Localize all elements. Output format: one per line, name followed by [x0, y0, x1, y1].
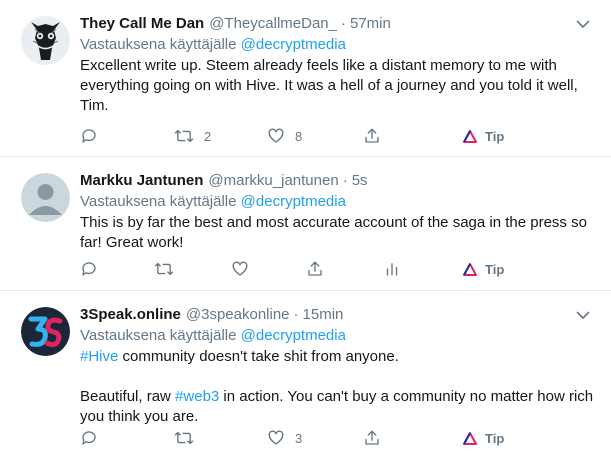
like-button[interactable]: [231, 258, 249, 280]
tweet-text-fragment: Beautiful, raw: [80, 388, 176, 405]
reply-mention-link[interactable]: @decryptmedia: [241, 36, 346, 53]
analytics-icon: [386, 263, 398, 276]
tip-label: Tip: [485, 128, 505, 144]
retweet-button[interactable]: [174, 427, 194, 449]
separator-dot: ·: [340, 15, 346, 32]
tip-triangle-icon: [463, 262, 477, 276]
hashtag-link[interactable]: #web3: [175, 388, 219, 405]
tweet-3[interactable]: 3Speak.online @3speakonline · 15min Vast…: [0, 291, 611, 456]
timestamp[interactable]: 57min: [350, 14, 391, 34]
share-button[interactable]: [363, 125, 381, 147]
tweet-1[interactable]: They Call Me Dan @TheycallmeDan_ · 57min…: [0, 0, 611, 157]
user-handle[interactable]: @markku_jantunen: [208, 171, 338, 191]
tweet-text: This is by far the best and most accurat…: [80, 214, 587, 251]
tweet-header: They Call Me Dan @TheycallmeDan_ · 57min: [80, 14, 595, 34]
reply-context: Vastauksena käyttäjälle @decryptmedia: [80, 192, 595, 212]
tweet-actions: 3 Tip: [80, 427, 595, 449]
reply-icon: [82, 431, 96, 445]
reply-icon: [82, 129, 96, 143]
reply-button[interactable]: [80, 427, 98, 449]
tip-triangle-icon: [463, 431, 477, 445]
share-button[interactable]: [363, 427, 381, 449]
tip-triangle-icon: [463, 129, 477, 143]
tweet-content: They Call Me Dan @TheycallmeDan_ · 57min…: [80, 14, 595, 116]
tweet-2[interactable]: Markku Jantunen @markku_jantunen · 5s Va…: [0, 157, 611, 291]
tip-button[interactable]: Tip: [463, 125, 504, 147]
tweet-content: Markku Jantunen @markku_jantunen · 5s Va…: [80, 171, 595, 253]
user-handle[interactable]: @TheycallmeDan_: [209, 14, 337, 34]
chevron-down-icon: [576, 311, 590, 319]
reply-context: Vastauksena käyttäjälle @decryptmedia: [80, 326, 595, 346]
more-options-button[interactable]: [573, 14, 593, 34]
retweet-icon: [174, 129, 194, 143]
separator-dot: ·: [293, 306, 299, 323]
retweet-count: 2: [204, 128, 212, 144]
reply-mention-link[interactable]: @decryptmedia: [241, 327, 346, 344]
tweet-actions: Tip: [80, 258, 595, 280]
timestamp[interactable]: 15min: [303, 305, 344, 325]
reply-feed: They Call Me Dan @TheycallmeDan_ · 57min…: [0, 0, 611, 456]
tweet-actions: 2 8 Tip: [80, 125, 595, 147]
separator-dot: ·: [342, 172, 348, 189]
heart-icon: [268, 128, 284, 143]
reply-context: Vastauksena käyttäjälle @decryptmedia: [80, 35, 595, 55]
default-profile-icon: [21, 173, 70, 222]
dark-mask-avatar-icon: [21, 16, 70, 65]
heart-icon: [232, 261, 248, 276]
tweet-text-fragment: community doesn't take shit from anyone.: [118, 348, 399, 365]
display-name[interactable]: Markku Jantunen: [80, 171, 203, 191]
user-handle[interactable]: @3speakonline: [186, 305, 290, 325]
retweet-button[interactable]: [154, 258, 174, 280]
share-icon: [308, 261, 322, 276]
reply-prefix: Vastauksena käyttäjälle: [80, 36, 237, 53]
like-button[interactable]: 8: [267, 125, 302, 147]
like-button[interactable]: 3: [267, 427, 302, 449]
reply-button[interactable]: [80, 258, 98, 280]
reply-prefix: Vastauksena käyttäjälle: [80, 327, 237, 344]
retweet-icon: [174, 431, 194, 445]
tweet-text: Excellent write up. Steem already feels …: [80, 57, 578, 114]
timestamp[interactable]: 5s: [352, 171, 368, 191]
avatar[interactable]: [21, 16, 70, 65]
tweet-text-line-1: #Hive community doesn't take shit from a…: [80, 347, 595, 367]
avatar[interactable]: [21, 307, 70, 356]
tip-label: Tip: [485, 261, 505, 277]
reply-icon: [82, 262, 96, 276]
retweet-button[interactable]: 2: [174, 125, 211, 147]
tweet-text-line-2: Beautiful, raw #web3 in action. You can'…: [80, 387, 595, 427]
retweet-icon: [154, 262, 174, 276]
3s-logo-icon: [21, 307, 70, 356]
tweet-header: Markku Jantunen @markku_jantunen · 5s: [80, 171, 595, 191]
like-count: 3: [295, 430, 303, 446]
like-count: 8: [295, 128, 303, 144]
chevron-down-icon: [576, 20, 590, 28]
tweet-content: 3Speak.online @3speakonline · 15min Vast…: [80, 305, 595, 427]
display-name[interactable]: They Call Me Dan: [80, 14, 204, 34]
share-button[interactable]: [306, 258, 324, 280]
tip-button[interactable]: Tip: [463, 427, 504, 449]
display-name[interactable]: 3Speak.online: [80, 305, 181, 325]
share-icon: [365, 430, 379, 445]
reply-mention-link[interactable]: @decryptmedia: [241, 193, 346, 210]
heart-icon: [268, 430, 284, 445]
avatar[interactable]: [21, 173, 70, 222]
reply-button[interactable]: [80, 125, 98, 147]
tip-label: Tip: [485, 430, 505, 446]
reply-prefix: Vastauksena käyttäjälle: [80, 193, 237, 210]
analytics-button[interactable]: [383, 258, 401, 280]
tweet-header: 3Speak.online @3speakonline · 15min: [80, 305, 595, 325]
tip-button[interactable]: Tip: [463, 258, 504, 280]
share-icon: [365, 128, 379, 143]
hashtag-link[interactable]: #Hive: [80, 348, 118, 365]
more-options-button[interactable]: [573, 305, 593, 325]
